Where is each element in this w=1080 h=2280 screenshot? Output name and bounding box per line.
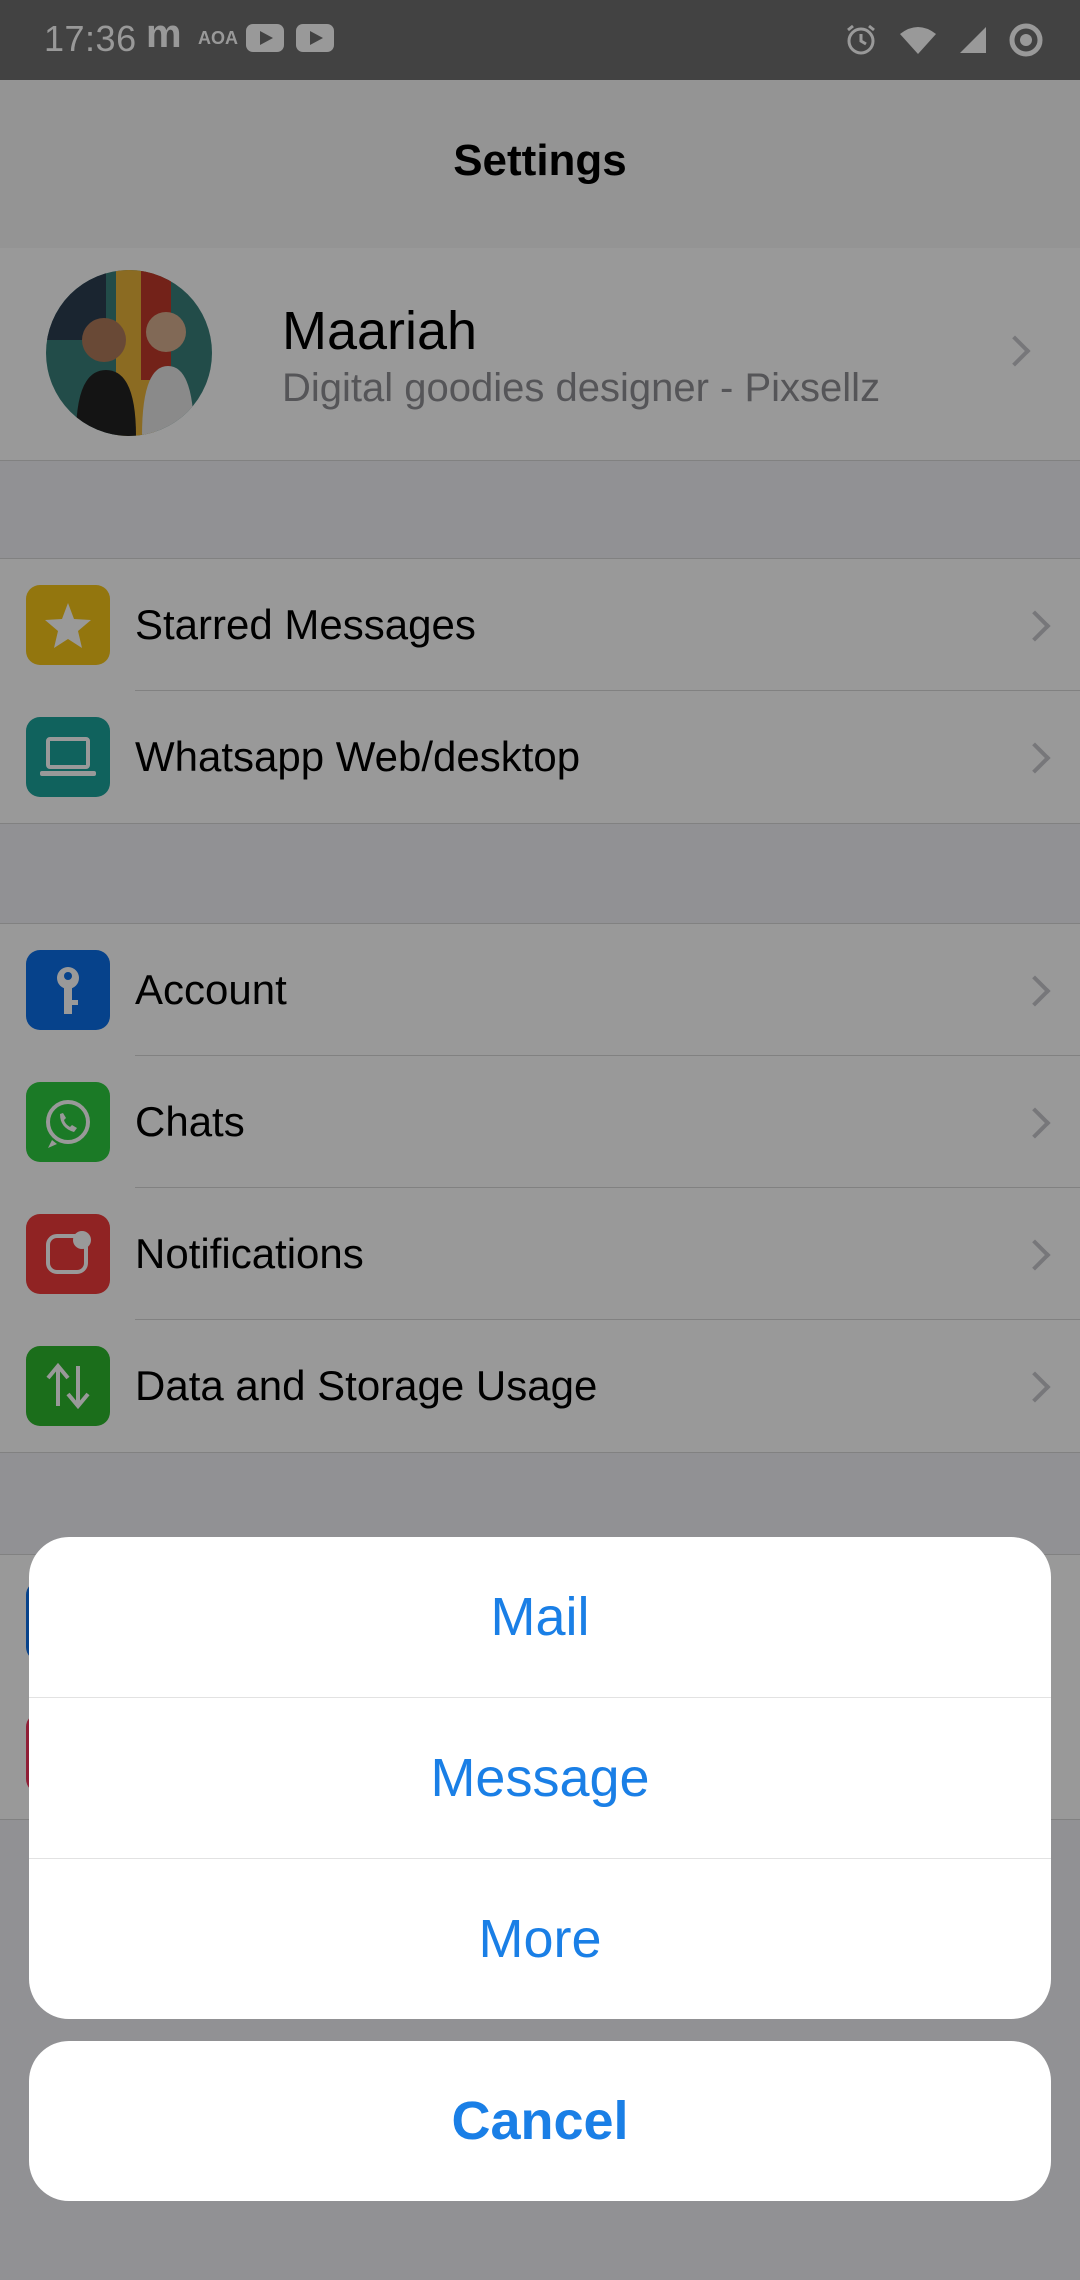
more-option-button[interactable]: More: [29, 1859, 1051, 2019]
share-action-sheet: Mail Message More: [29, 1537, 1051, 2019]
mail-option-button[interactable]: Mail: [29, 1537, 1051, 1697]
cancel-button[interactable]: Cancel: [29, 2041, 1051, 2201]
message-option-button[interactable]: Message: [29, 1698, 1051, 1858]
